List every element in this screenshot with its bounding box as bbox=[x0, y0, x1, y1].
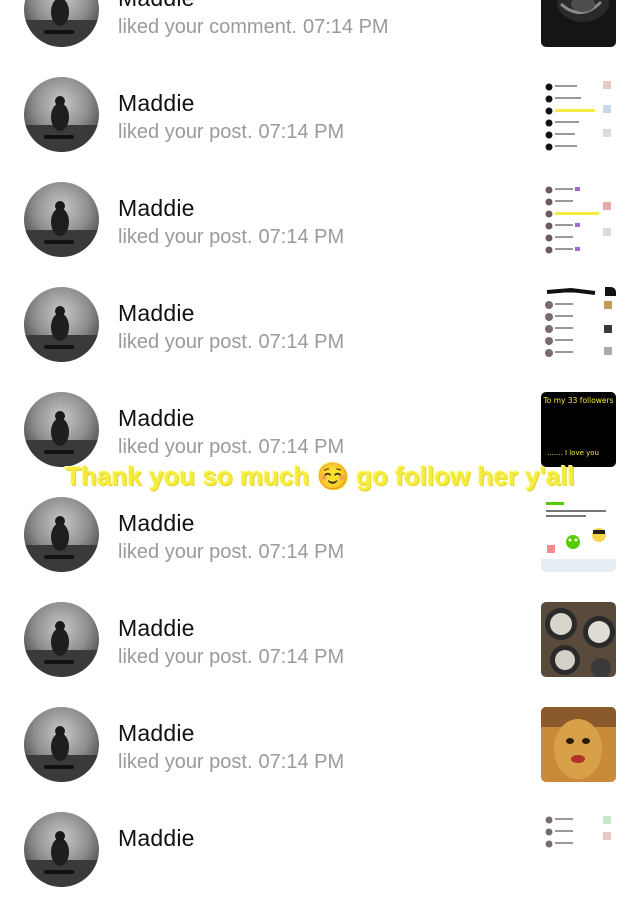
notification-action: liked your post. bbox=[118, 541, 253, 563]
notification-row[interactable]: Maddie liked your comment.07:14 PM bbox=[0, 0, 640, 77]
notification-meta: liked your post. 07:14 PM bbox=[118, 541, 350, 564]
username[interactable]: Maddie bbox=[118, 195, 195, 222]
username[interactable]: Maddie bbox=[118, 615, 195, 642]
notification-action: liked your comment. bbox=[118, 16, 297, 38]
notification-meta: liked your comment. 07:14 PM bbox=[118, 16, 395, 39]
username[interactable]: Maddie bbox=[118, 90, 195, 117]
username[interactable]: Maddie bbox=[118, 0, 195, 12]
notification-row[interactable]: Maddie liked your post. 07:14 PM bbox=[0, 707, 640, 812]
avatar[interactable] bbox=[24, 0, 99, 47]
notification-time: 07:14 PM bbox=[258, 331, 345, 353]
post-thumbnail[interactable] bbox=[541, 287, 616, 362]
username[interactable]: Maddie bbox=[118, 300, 195, 327]
post-thumbnail[interactable] bbox=[541, 602, 616, 677]
avatar[interactable] bbox=[24, 392, 99, 467]
notification-time: 07:14 PM bbox=[258, 541, 345, 563]
post-thumbnail[interactable]: To my 33 followers ....... I love you bbox=[541, 392, 616, 467]
notification-row[interactable]: Maddie bbox=[0, 812, 640, 917]
notification-meta: liked your post. 07:14 PM bbox=[118, 646, 350, 669]
post-thumbnail[interactable] bbox=[541, 182, 616, 257]
avatar[interactable] bbox=[24, 497, 99, 572]
notification-time: 07:14 PM bbox=[258, 121, 345, 143]
avatar[interactable] bbox=[24, 77, 99, 152]
post-thumbnail[interactable] bbox=[541, 497, 616, 572]
username[interactable]: Maddie bbox=[118, 510, 195, 537]
post-thumbnail[interactable] bbox=[541, 812, 616, 887]
post-thumbnail[interactable] bbox=[541, 0, 616, 47]
avatar[interactable] bbox=[24, 287, 99, 362]
thumb-card-bottom-text: ....... I love you bbox=[547, 449, 599, 457]
notification-meta: liked your post. 07:14 PM bbox=[118, 121, 350, 144]
avatar[interactable] bbox=[24, 707, 99, 782]
username[interactable]: Maddie bbox=[118, 405, 195, 432]
post-thumbnail[interactable] bbox=[541, 707, 616, 782]
notification-action: liked your post. bbox=[118, 646, 253, 668]
notification-action: liked your post. bbox=[118, 436, 253, 458]
notification-action: liked your post. bbox=[118, 226, 253, 248]
avatar[interactable] bbox=[24, 812, 99, 887]
notification-time: 07:14 PM bbox=[258, 436, 345, 458]
avatar[interactable] bbox=[24, 602, 99, 677]
username[interactable]: Maddie bbox=[118, 720, 195, 747]
thumb-card-top-text: To my 33 followers bbox=[542, 396, 613, 405]
notification-time: 07:14 PM bbox=[258, 751, 345, 773]
notification-time: 07:14 PM bbox=[258, 646, 345, 668]
notifications-feed: Maddie liked your comment.07:14 PM Maddi… bbox=[0, 0, 640, 887]
notification-row[interactable]: Maddie liked your post. 07:14 PM bbox=[0, 602, 640, 707]
notification-row[interactable]: Maddie liked your post. 07:14 PM bbox=[0, 182, 640, 287]
notification-row[interactable]: Maddie liked your post. 07:14 PM bbox=[0, 77, 640, 182]
notification-action: liked your post. bbox=[118, 121, 253, 143]
notification-row[interactable]: Maddie liked your post. 07:14 PM bbox=[0, 497, 640, 602]
username[interactable]: Maddie bbox=[118, 825, 195, 852]
notification-action: liked your post. bbox=[118, 751, 253, 773]
avatar[interactable] bbox=[24, 182, 99, 257]
notification-meta: liked your post. 07:14 PM bbox=[118, 226, 350, 249]
notification-time: 07:14 PM bbox=[302, 16, 389, 38]
post-thumbnail[interactable] bbox=[541, 77, 616, 152]
notification-meta: liked your post. 07:14 PM bbox=[118, 331, 350, 354]
notification-action: liked your post. bbox=[118, 331, 253, 353]
notification-meta: liked your post. 07:14 PM bbox=[118, 751, 350, 774]
notification-row[interactable]: Maddie liked your post. 07:14 PM To my 33… bbox=[0, 392, 640, 497]
notification-row[interactable]: Maddie liked your post. 07:14 PM bbox=[0, 287, 640, 392]
notification-time: 07:14 PM bbox=[258, 226, 345, 248]
notification-meta: liked your post. 07:14 PM bbox=[118, 436, 350, 459]
